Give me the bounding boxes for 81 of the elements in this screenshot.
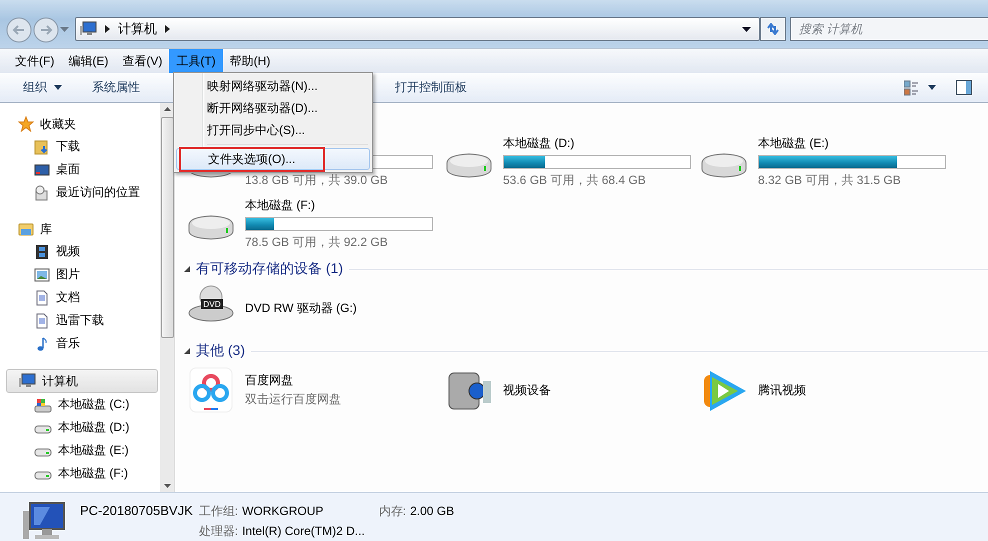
menu-item[interactable]: 工具(T) [169,49,223,73]
folder-icon [18,221,34,237]
status-value: WORKGROUP [242,504,324,518]
tree-item[interactable]: 计算机 [6,369,158,393]
view-options-icon [904,80,920,96]
status-value: 2.00 GB [410,504,454,518]
status-label: 处理器: [198,522,238,540]
status-value: Intel(R) Core(TM)2 D... [242,524,365,538]
toolbar-button[interactable]: 系统属性 [82,76,150,99]
address-bar[interactable]: 计算机 [75,17,760,41]
computer-icon [18,373,36,389]
group-heading[interactable]: 有可移动存储的设备 (1) [196,260,343,278]
picture-icon [34,266,50,282]
scroll-down-arrow-icon [164,484,170,488]
tree-item[interactable]: 音乐 [6,332,160,355]
monitor-icon [34,162,50,178]
pane-icon [956,80,972,95]
tree-item[interactable]: 图片 [6,263,160,286]
item-description: 双击运行百度网盘 [245,391,341,408]
item-name[interactable]: 腾讯视频 [758,382,806,398]
toolbar-button[interactable]: 组织 [13,76,72,99]
free-space-text: 53.6 GB 可用，共 68.4 GB [503,172,646,189]
tree-item[interactable]: 文档 [6,286,160,309]
tree-item[interactable]: 视频 [6,240,160,263]
status-label: 内存: [378,502,406,520]
menu-item[interactable]: 查看(V) [115,49,170,73]
tree-item[interactable]: 最近访问的位置 [6,181,160,204]
status-label: 工作组: [198,502,238,520]
caret-icon [928,85,936,90]
breadcrumb[interactable]: 计算机 [118,20,157,38]
dropdown-arrow-icon [60,27,69,33]
tree-item[interactable]: 本地磁盘 (C:) [6,393,160,416]
chevron-right-icon [105,25,110,33]
menu-item[interactable]: 文件(F) [8,49,62,73]
tree-item[interactable]: 下载 [6,135,160,158]
free-space-text: 78.5 GB 可用，共 92.2 GB [245,234,388,251]
item-name[interactable]: 本地磁盘 (D:) [503,135,574,152]
document-icon [34,312,50,328]
caret-icon [54,85,62,90]
star-icon [18,116,34,132]
recent-places-icon [34,184,50,200]
tree-item[interactable]: 收藏夹 [6,113,160,135]
refresh-icon [766,23,780,35]
collapse-arrow-icon [184,348,190,354]
chevron-right-icon [165,25,170,33]
menu-option[interactable]: 文件夹选项(O)... [176,148,370,170]
item-name[interactable]: DVD RW 驱动器 (G:) [245,300,357,316]
tree-item[interactable]: 本地磁盘 (E:) [6,439,160,462]
computer-icon [22,501,66,541]
menu-option[interactable]: 打开同步中心(S)... [176,119,370,141]
tree-item[interactable]: 迅雷下载 [6,309,160,332]
tree-item[interactable]: 库 [6,218,160,240]
menu-item[interactable]: 帮助(H) [222,49,278,73]
group-heading[interactable]: 其他 (3) [196,342,245,360]
scrollbar-thumb[interactable] [160,117,174,338]
cloud-icon [187,367,235,413]
collapse-arrow-icon [184,266,190,272]
item-name[interactable]: 视频设备 [503,382,551,398]
item-name[interactable]: 本地磁盘 (F:) [245,197,315,214]
tree-item[interactable]: 本地磁盘 (D:) [6,416,160,439]
item-name[interactable]: 本地磁盘 (E:) [758,135,829,152]
scroll-up-arrow-icon [164,107,170,111]
toolbar-button[interactable]: 打开控制面板 [385,76,477,99]
drive-icon [34,396,52,412]
item-name[interactable]: 百度网盘 [245,372,293,389]
computer-icon [79,21,97,37]
free-space-text: 8.32 GB 可用，共 31.5 GB [758,172,901,189]
film-icon [34,244,50,260]
document-icon [34,290,50,306]
dropdown-arrow-icon [742,26,751,32]
search-field[interactable]: 搜索 计算机 [790,17,988,41]
icon-label: DVD [203,300,221,309]
tree-item[interactable]: 桌面 [6,158,160,181]
menu-item[interactable]: 编辑(E) [61,49,116,73]
menu-option[interactable]: 断开网络驱动器(D)... [176,97,370,119]
folder-icon [34,138,50,154]
free-space-text: 13.8 GB 可用，共 39.0 GB [245,172,388,189]
menu-option[interactable]: 映射网络驱动器(N)... [176,75,370,97]
tree-item[interactable]: 本地磁盘 (F:) [6,462,160,485]
refresh-button[interactable] [760,17,786,41]
computer-name: PC-20180705BVJK [80,503,193,518]
